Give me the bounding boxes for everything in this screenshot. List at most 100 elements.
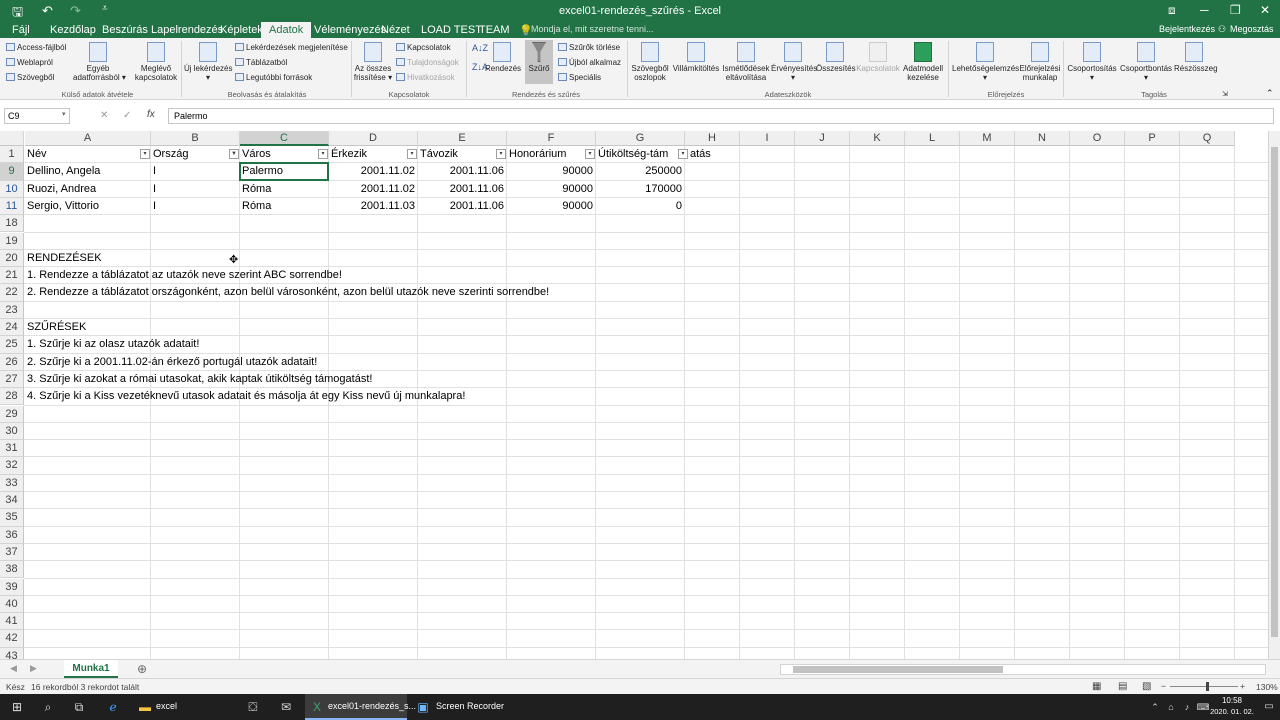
column-header-b[interactable]: B: [151, 131, 240, 146]
name-box[interactable]: C9: [4, 108, 70, 124]
row-header-10[interactable]: 10: [0, 180, 24, 198]
row-header-32[interactable]: 32: [0, 457, 24, 475]
row-header-27[interactable]: 27: [0, 370, 24, 389]
row-header-38[interactable]: 38: [0, 561, 24, 579]
row-header-9[interactable]: 9: [0, 163, 24, 181]
tab-home[interactable]: Kezdőlap: [50, 24, 96, 36]
table-header-cell[interactable]: Érkezik: [329, 146, 369, 163]
column-header-k[interactable]: K: [850, 131, 905, 146]
row-header-41[interactable]: 41: [0, 613, 24, 631]
page-break-view-icon[interactable]: ▧: [1142, 681, 1151, 692]
table-cell[interactable]: 90000: [507, 181, 596, 198]
formula-input[interactable]: Palermo: [168, 108, 1274, 124]
vertical-scrollbar[interactable]: [1268, 131, 1280, 659]
advanced-filter-button[interactable]: Speciális: [558, 73, 601, 82]
existing-connections-button[interactable]: Meglévő kapcsolatok: [133, 42, 179, 82]
note-text[interactable]: 2. Rendezze a táblázatot országonként, a…: [25, 284, 551, 301]
text-to-columns-button[interactable]: Szövegből oszlopok: [630, 42, 670, 82]
clear-filter-button[interactable]: Szűrők törlése: [558, 43, 620, 52]
tab-load-test[interactable]: LOAD TEST: [421, 24, 482, 36]
table-cell[interactable]: 2001.11.06: [418, 181, 507, 198]
table-header-cell[interactable]: Honorárium: [507, 146, 568, 163]
notifications-icon[interactable]: ▭: [1262, 700, 1276, 714]
volume-icon[interactable]: ♪: [1180, 700, 1194, 714]
table-cell[interactable]: 0: [596, 198, 685, 215]
name-box-dropdown-icon[interactable]: ▾: [62, 110, 66, 118]
properties-button[interactable]: Tulajdonságok: [396, 58, 459, 67]
note-text[interactable]: SZŰRÉSEK: [25, 319, 88, 336]
mail-icon[interactable]: ✉: [279, 700, 293, 714]
network-icon[interactable]: ⌂: [1164, 700, 1178, 714]
page-layout-view-icon[interactable]: ▤: [1118, 681, 1127, 692]
subtotal-button[interactable]: Részösszeg: [1174, 42, 1218, 73]
zoom-slider[interactable]: [1170, 686, 1238, 687]
column-header-o[interactable]: O: [1070, 131, 1125, 146]
enter-icon[interactable]: ✓: [123, 110, 131, 121]
sheet-tab-munka1[interactable]: Munka1: [64, 660, 118, 678]
consolidate-button[interactable]: Összesítés: [816, 42, 856, 73]
note-text[interactable]: 4. Szűrje ki a Kiss vezetéknevű utasok a…: [25, 388, 467, 405]
tab-review[interactable]: Véleményezés: [314, 24, 386, 36]
edit-links-button[interactable]: Hivatkozások: [396, 73, 455, 82]
signin-link[interactable]: Bejelentkezés: [1159, 24, 1215, 34]
what-if-button[interactable]: Lehetőségelemzés ▾: [952, 42, 1019, 82]
filter-dropdown-icon[interactable]: ▾: [318, 149, 328, 159]
row-header-20[interactable]: 20: [0, 249, 24, 268]
taskbar-screen-recorder[interactable]: Screen Recorder: [436, 701, 504, 711]
row-header-25[interactable]: 25: [0, 336, 24, 354]
column-header-l[interactable]: L: [905, 131, 960, 146]
from-web-button[interactable]: Weblapról: [6, 58, 53, 67]
column-header-i[interactable]: I: [740, 131, 795, 146]
recent-sources-button[interactable]: Legutóbbi források: [235, 73, 312, 82]
note-text[interactable]: RENDEZÉSEK: [25, 250, 104, 267]
ribbon-display-icon[interactable]: ⧈: [1168, 3, 1176, 18]
table-cell[interactable]: 250000: [596, 163, 685, 180]
close-icon[interactable]: ✕: [1260, 3, 1270, 17]
clock-time[interactable]: 10:58: [1210, 696, 1254, 705]
row-header-21[interactable]: 21: [0, 267, 24, 285]
normal-view-icon[interactable]: ▦: [1092, 681, 1101, 692]
tab-view[interactable]: Nézet: [381, 24, 410, 36]
windows-start-icon[interactable]: ⊞: [10, 700, 24, 714]
reapply-button[interactable]: Újból alkalmaz: [558, 58, 621, 67]
table-cell[interactable]: 2001.11.06: [418, 163, 507, 180]
ungroup-button[interactable]: Csoportbontás ▾: [1119, 42, 1173, 82]
store-icon[interactable]: ⛋: [246, 700, 260, 714]
row-header-31[interactable]: 31: [0, 440, 24, 458]
from-table-button[interactable]: Táblázatból: [235, 58, 287, 67]
prev-sheet-icon[interactable]: ◀: [10, 663, 17, 674]
from-text-button[interactable]: Szövegből: [6, 73, 54, 82]
row-header-30[interactable]: 30: [0, 422, 24, 441]
outline-dialog-launcher-icon[interactable]: ⇲: [1222, 90, 1228, 98]
zoom-level[interactable]: 130%: [1256, 682, 1278, 692]
row-header-11[interactable]: 11: [0, 197, 24, 216]
table-header-cell[interactable]: Távozik: [418, 146, 460, 163]
row-header-33[interactable]: 33: [0, 474, 24, 492]
minimize-icon[interactable]: ─: [1200, 3, 1209, 17]
add-sheet-icon[interactable]: ⊕: [137, 662, 147, 676]
tab-data[interactable]: Adatok: [261, 22, 312, 38]
column-header-g[interactable]: G: [596, 131, 685, 146]
insert-function-icon[interactable]: fx: [147, 109, 155, 120]
table-cell[interactable]: 2001.11.02: [329, 181, 418, 198]
clock-date[interactable]: 2020. 01. 02.: [1210, 707, 1254, 716]
row-header-40[interactable]: 40: [0, 595, 24, 614]
vertical-scroll-thumb[interactable]: [1271, 147, 1278, 637]
table-header-cell[interactable]: Város: [240, 146, 273, 163]
relationships-button[interactable]: Kapcsolatok: [856, 42, 900, 73]
filter-dropdown-icon[interactable]: ▾: [496, 149, 506, 159]
row-header-24[interactable]: 24: [0, 319, 24, 337]
horizontal-scrollbar[interactable]: [780, 664, 1266, 675]
select-all-corner[interactable]: [0, 131, 24, 146]
table-cell[interactable]: I: [151, 181, 158, 198]
group-button[interactable]: Csoportosítás ▾: [1066, 42, 1118, 82]
next-sheet-icon[interactable]: ▶: [30, 663, 37, 674]
table-header-cell[interactable]: Név: [25, 146, 49, 163]
screen-recorder-icon[interactable]: ▣: [416, 700, 430, 714]
row-header-23[interactable]: 23: [0, 301, 24, 319]
column-header-h[interactable]: H: [685, 131, 740, 146]
filter-dropdown-icon[interactable]: ▾: [140, 149, 150, 159]
table-cell[interactable]: Sergio, Vittorio: [25, 198, 101, 215]
restore-icon[interactable]: ❐: [1230, 3, 1241, 17]
tray-chevron-icon[interactable]: ⌃: [1148, 700, 1162, 714]
